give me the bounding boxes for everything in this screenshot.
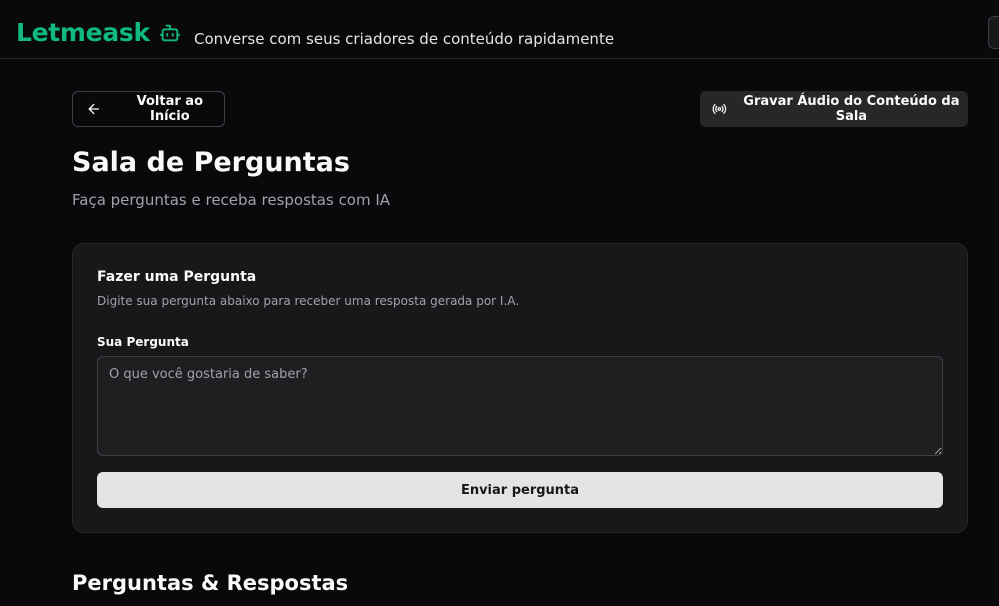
radio-icon bbox=[712, 104, 727, 114]
record-audio-label: Gravar Áudio do Conteúdo da Sala bbox=[743, 94, 960, 124]
arrow-left-icon bbox=[88, 103, 100, 115]
question-field-label: Sua Pergunta bbox=[97, 335, 189, 349]
card-title: Fazer uma Pergunta bbox=[97, 269, 257, 285]
app-header: Letmeask Converse com seus criadores de … bbox=[0, 0, 999, 59]
record-audio-button[interactable]: Gravar Áudio do Conteúdo da Sala bbox=[700, 91, 968, 127]
brand[interactable]: Letmeask bbox=[16, 18, 181, 48]
submit-question-button[interactable]: Enviar pergunta bbox=[97, 472, 943, 508]
page-subtitle: Faça perguntas e receba respostas com IA bbox=[72, 191, 391, 209]
card-description: Digite sua pergunta abaixo para receber … bbox=[97, 294, 520, 308]
question-form-card: Fazer uma Pergunta Digite sua pergunta a… bbox=[72, 243, 968, 533]
brand-name: Letmeask bbox=[16, 18, 150, 47]
header-tagline: Converse com seus criadores de conteúdo … bbox=[194, 30, 615, 48]
bot-icon bbox=[159, 24, 180, 42]
back-button-label: Voltar ao Início bbox=[136, 94, 204, 124]
header-menu-button[interactable] bbox=[988, 16, 999, 49]
page-title: Sala de Perguntas bbox=[72, 147, 350, 178]
submit-question-label: Enviar pergunta bbox=[460, 482, 580, 498]
qa-section-title: Perguntas & Respostas bbox=[72, 571, 349, 595]
back-button[interactable]: Voltar ao Início bbox=[72, 91, 225, 127]
question-input[interactable] bbox=[97, 356, 943, 456]
